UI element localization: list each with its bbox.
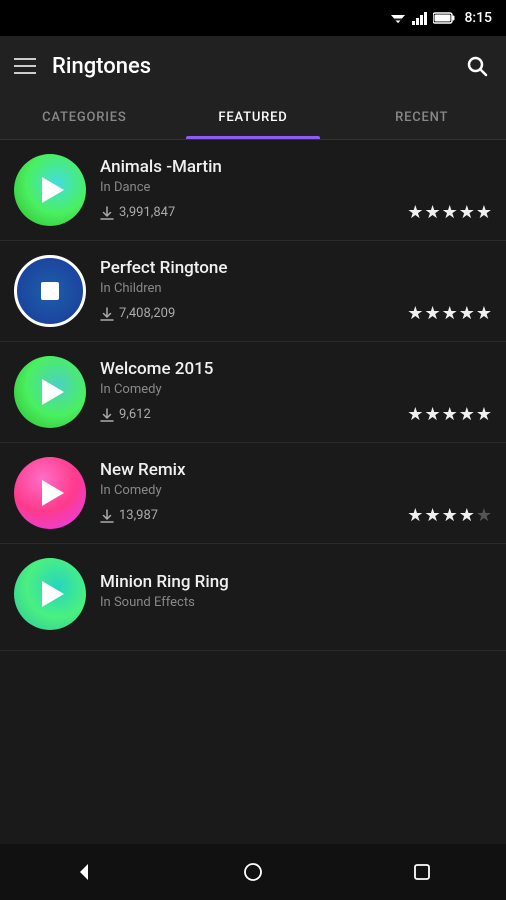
song-meta-2: 7,408,209 ★ ★ ★ ★ ★	[100, 303, 492, 324]
song-meta-3: 9,612 ★ ★ ★ ★ ★	[100, 404, 492, 425]
star-2-4: ★	[459, 303, 475, 324]
play-icon-1	[42, 177, 64, 203]
song-title-3: Welcome 2015	[100, 359, 492, 379]
recents-icon	[412, 862, 432, 882]
download-icon-4	[100, 509, 114, 523]
stars-1: ★ ★ ★ ★ ★	[407, 202, 492, 223]
song-info-4: New Remix In Comedy 13,987 ★ ★ ★ ★ ★	[100, 460, 492, 526]
stars-4: ★ ★ ★ ★ ★	[407, 505, 492, 526]
status-time: 8:15	[464, 10, 492, 26]
song-title-5: Minion Ring Ring	[100, 572, 492, 592]
star-3-5: ★	[476, 404, 492, 425]
home-button[interactable]	[233, 852, 273, 892]
bottom-nav	[0, 844, 506, 900]
song-list: Animals -Martin In Dance 3,991,847 ★ ★ ★…	[0, 140, 506, 838]
star-1-5: ★	[476, 202, 492, 223]
play-button-5[interactable]	[14, 558, 86, 630]
stars-3: ★ ★ ★ ★ ★	[407, 404, 492, 425]
song-item-1[interactable]: Animals -Martin In Dance 3,991,847 ★ ★ ★…	[0, 140, 506, 241]
song-genre-3: In Comedy	[100, 382, 492, 397]
star-4-3: ★	[442, 505, 458, 526]
tabs-bar: CATEGORIES FEATURED RECENT	[0, 96, 506, 140]
play-button-4[interactable]	[14, 457, 86, 529]
play-icon-3	[42, 379, 64, 405]
song-item-3[interactable]: Welcome 2015 In Comedy 9,612 ★ ★ ★ ★ ★	[0, 342, 506, 443]
star-4-4: ★	[459, 505, 475, 526]
stop-button-2[interactable]	[14, 255, 86, 327]
tab-recent[interactable]: RECENT	[337, 96, 506, 139]
search-button[interactable]	[462, 51, 492, 81]
star-2-1: ★	[407, 303, 423, 324]
star-4-1: ★	[407, 505, 423, 526]
song-meta-1: 3,991,847 ★ ★ ★ ★ ★	[100, 202, 492, 223]
star-2-5: ★	[476, 303, 492, 324]
song-item-5[interactable]: Minion Ring Ring In Sound Effects	[0, 544, 506, 651]
download-icon-3	[100, 408, 114, 422]
star-3-2: ★	[424, 404, 440, 425]
download-count-2: 7,408,209	[100, 306, 175, 321]
star-3-1: ★	[407, 404, 423, 425]
song-meta-4: 13,987 ★ ★ ★ ★ ★	[100, 505, 492, 526]
download-count-1: 3,991,847	[100, 205, 175, 220]
top-bar: Ringtones	[0, 36, 506, 96]
download-icon-2	[100, 307, 114, 321]
tab-categories[interactable]: CATEGORIES	[0, 96, 169, 139]
star-4-2: ★	[424, 505, 440, 526]
star-1-1: ★	[407, 202, 423, 223]
download-number-4: 13,987	[119, 508, 158, 523]
hamburger-menu-icon[interactable]	[14, 58, 36, 74]
wifi-icon	[389, 11, 407, 25]
page-title: Ringtones	[52, 54, 462, 79]
star-1-3: ★	[442, 202, 458, 223]
star-3-3: ★	[442, 404, 458, 425]
download-number-3: 9,612	[119, 407, 151, 422]
song-genre-2: In Children	[100, 281, 492, 296]
star-3-4: ★	[459, 404, 475, 425]
battery-icon	[433, 12, 455, 24]
download-number-2: 7,408,209	[119, 306, 175, 321]
song-info-1: Animals -Martin In Dance 3,991,847 ★ ★ ★…	[100, 157, 492, 223]
download-icon-1	[100, 206, 114, 220]
play-button-1[interactable]	[14, 154, 86, 226]
home-icon	[243, 862, 263, 882]
song-genre-1: In Dance	[100, 180, 492, 195]
song-info-5: Minion Ring Ring In Sound Effects	[100, 572, 492, 617]
song-title-4: New Remix	[100, 460, 492, 480]
stop-icon-2	[41, 282, 59, 300]
star-1-2: ★	[424, 202, 440, 223]
star-4-5: ★	[476, 505, 492, 526]
song-genre-5: In Sound Effects	[100, 595, 492, 610]
song-title-1: Animals -Martin	[100, 157, 492, 177]
download-count-4: 13,987	[100, 508, 158, 523]
song-title-2: Perfect Ringtone	[100, 258, 492, 278]
tab-featured[interactable]: FEATURED	[169, 96, 338, 139]
status-icons: 8:15	[389, 10, 492, 26]
download-number-1: 3,991,847	[119, 205, 175, 220]
status-bar: 8:15	[0, 0, 506, 36]
play-icon-4	[42, 480, 64, 506]
song-item-2[interactable]: Perfect Ringtone In Children 7,408,209 ★…	[0, 241, 506, 342]
download-count-3: 9,612	[100, 407, 151, 422]
play-button-3[interactable]	[14, 356, 86, 428]
song-info-3: Welcome 2015 In Comedy 9,612 ★ ★ ★ ★ ★	[100, 359, 492, 425]
song-info-2: Perfect Ringtone In Children 7,408,209 ★…	[100, 258, 492, 324]
back-button[interactable]	[64, 852, 104, 892]
search-icon	[465, 54, 489, 78]
star-1-4: ★	[459, 202, 475, 223]
stars-2: ★ ★ ★ ★ ★	[407, 303, 492, 324]
play-icon-5	[42, 581, 64, 607]
back-icon	[74, 862, 94, 882]
star-2-2: ★	[424, 303, 440, 324]
signal-icon	[412, 11, 428, 25]
song-item-4[interactable]: New Remix In Comedy 13,987 ★ ★ ★ ★ ★	[0, 443, 506, 544]
recents-button[interactable]	[402, 852, 442, 892]
song-genre-4: In Comedy	[100, 483, 492, 498]
star-2-3: ★	[442, 303, 458, 324]
